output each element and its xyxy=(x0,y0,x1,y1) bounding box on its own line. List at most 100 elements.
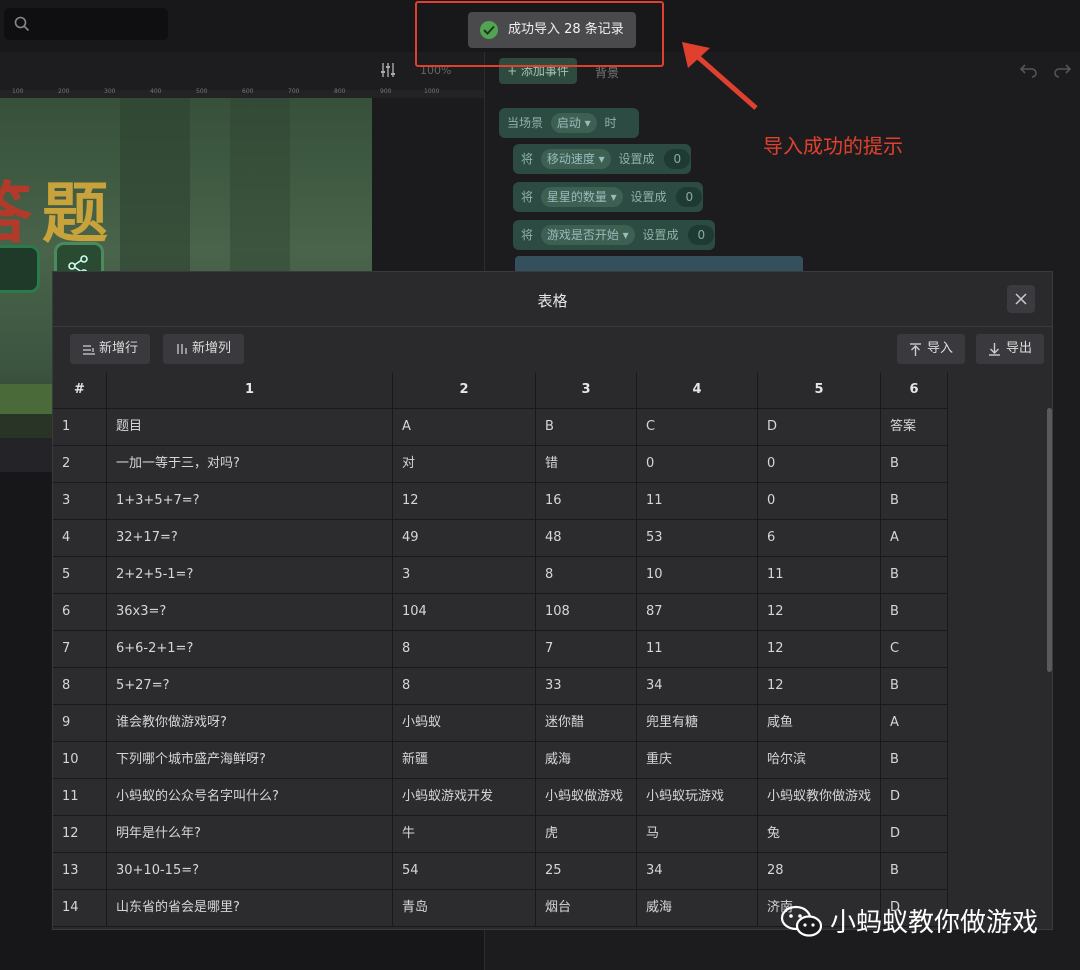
table-cell[interactable]: 题目 xyxy=(107,409,393,446)
table-cell[interactable]: 马 xyxy=(637,816,758,853)
table-cell[interactable]: B xyxy=(881,446,948,483)
table-cell[interactable]: B xyxy=(881,557,948,594)
column-header[interactable]: 3 xyxy=(536,372,637,409)
table-cell[interactable]: B xyxy=(881,668,948,705)
table-cell[interactable]: 明年是什么年? xyxy=(107,816,393,853)
table-cell[interactable]: 谁会教你做游戏呀? xyxy=(107,705,393,742)
table-cell[interactable]: 下列哪个城市盛产海鲜呀? xyxy=(107,742,393,779)
table-cell[interactable]: 8 xyxy=(393,631,536,668)
table-cell[interactable]: 11 xyxy=(758,557,881,594)
column-header[interactable]: 6 xyxy=(881,372,948,409)
value-input[interactable]: 0 xyxy=(688,225,715,245)
scene-event-dropdown[interactable]: 启动 ▾ xyxy=(550,113,597,133)
table-cell[interactable]: B xyxy=(536,409,637,446)
column-header[interactable]: 1 xyxy=(107,372,393,409)
table-cell[interactable]: 牛 xyxy=(393,816,536,853)
table-cell[interactable]: 威海 xyxy=(536,742,637,779)
value-input[interactable]: 0 xyxy=(664,149,691,169)
table-cell[interactable]: 12 xyxy=(758,668,881,705)
table-cell[interactable]: 0 xyxy=(637,446,758,483)
add-row-button[interactable]: 新增行 xyxy=(70,334,150,364)
table-cell[interactable]: 兔 xyxy=(758,816,881,853)
table-cell[interactable]: 小蚂蚁 xyxy=(393,705,536,742)
search-box[interactable] xyxy=(4,8,168,40)
table-cell[interactable]: 迷你醋 xyxy=(536,705,637,742)
table-cell[interactable]: 34 xyxy=(637,668,758,705)
table-cell[interactable]: 小蚂蚁游戏开发 xyxy=(393,779,536,816)
table-cell[interactable]: 53 xyxy=(637,520,758,557)
table-cell[interactable]: A xyxy=(881,705,948,742)
import-button[interactable]: 导入 xyxy=(897,334,965,364)
table-cell[interactable]: 对 xyxy=(393,446,536,483)
table-cell[interactable]: 0 xyxy=(758,446,881,483)
table-cell[interactable]: 小蚂蚁教你做游戏 xyxy=(758,779,881,816)
table-cell[interactable]: 12 xyxy=(393,483,536,520)
event-block-set-var[interactable]: 将 移动速度 ▾ 设置成 0 xyxy=(513,144,691,174)
table-cell[interactable]: 104 xyxy=(393,594,536,631)
redo-icon[interactable] xyxy=(1053,62,1071,78)
table-cell[interactable]: C xyxy=(881,631,948,668)
table-cell[interactable]: 12 xyxy=(758,594,881,631)
table-cell[interactable]: 6+6-2+1=? xyxy=(107,631,393,668)
table-cell[interactable]: D xyxy=(881,779,948,816)
table-cell[interactable]: 兜里有糖 xyxy=(637,705,758,742)
variable-dropdown[interactable]: 星星的数量 ▾ xyxy=(540,187,623,207)
table-cell[interactable]: 5+27=? xyxy=(107,668,393,705)
table-cell[interactable]: 108 xyxy=(536,594,637,631)
table-cell[interactable]: 小蚂蚁做游戏 xyxy=(536,779,637,816)
table-cell[interactable]: 30+10-15=? xyxy=(107,853,393,890)
table-cell[interactable]: 0 xyxy=(758,483,881,520)
table-cell[interactable]: 2+2+5-1=? xyxy=(107,557,393,594)
table-cell[interactable]: 小蚂蚁玩游戏 xyxy=(637,779,758,816)
table-cell[interactable]: B xyxy=(881,483,948,520)
table-cell[interactable]: B xyxy=(881,853,948,890)
settings-sliders-icon[interactable] xyxy=(380,62,396,78)
table-cell[interactable]: 7 xyxy=(536,631,637,668)
table-cell[interactable]: 11 xyxy=(637,483,758,520)
table-cell[interactable]: A xyxy=(393,409,536,446)
table-cell[interactable]: 1+3+5+7=? xyxy=(107,483,393,520)
table-cell[interactable]: 一加一等于三，对吗? xyxy=(107,446,393,483)
table-cell[interactable]: 小蚂蚁的公众号名字叫什么? xyxy=(107,779,393,816)
column-header[interactable]: 4 xyxy=(637,372,758,409)
table-cell[interactable]: 咸鱼 xyxy=(758,705,881,742)
table-cell[interactable]: 错 xyxy=(536,446,637,483)
table-cell[interactable]: 11 xyxy=(637,631,758,668)
table-cell[interactable]: 8 xyxy=(393,668,536,705)
table-cell[interactable]: D xyxy=(758,409,881,446)
table-cell[interactable]: D xyxy=(881,816,948,853)
table-scrollbar[interactable] xyxy=(1047,408,1052,672)
table-cell[interactable]: 49 xyxy=(393,520,536,557)
table-cell[interactable]: 16 xyxy=(536,483,637,520)
table-cell[interactable]: 答案 xyxy=(881,409,948,446)
column-header[interactable]: 5 xyxy=(758,372,881,409)
table-cell[interactable]: 87 xyxy=(637,594,758,631)
variable-dropdown[interactable]: 游戏是否开始 ▾ xyxy=(540,225,635,245)
table-cell[interactable]: 新疆 xyxy=(393,742,536,779)
table-cell[interactable]: C xyxy=(637,409,758,446)
table-cell[interactable]: B xyxy=(881,594,948,631)
table-cell[interactable]: 34 xyxy=(637,853,758,890)
column-header[interactable]: # xyxy=(53,372,107,409)
table-cell[interactable]: 32+17=? xyxy=(107,520,393,557)
export-button[interactable]: 导出 xyxy=(976,334,1044,364)
table-cell[interactable]: 12 xyxy=(758,631,881,668)
table-cell[interactable]: 36x3=? xyxy=(107,594,393,631)
table-cell[interactable]: 8 xyxy=(536,557,637,594)
event-block-set-var[interactable]: 将 星星的数量 ▾ 设置成 0 xyxy=(513,182,703,212)
table-cell[interactable]: 哈尔滨 xyxy=(758,742,881,779)
table-cell[interactable]: 青岛 xyxy=(393,890,536,927)
undo-icon[interactable] xyxy=(1020,62,1038,78)
variable-dropdown[interactable]: 移动速度 ▾ xyxy=(540,149,611,169)
table-cell[interactable]: 6 xyxy=(758,520,881,557)
table-cell[interactable]: 48 xyxy=(536,520,637,557)
event-block-when[interactable]: 当场景 启动 ▾ 时 xyxy=(499,108,639,138)
table-cell[interactable]: 25 xyxy=(536,853,637,890)
column-header[interactable]: 2 xyxy=(393,372,536,409)
value-input[interactable]: 0 xyxy=(676,187,703,207)
event-block-set-var[interactable]: 将 游戏是否开始 ▾ 设置成 0 xyxy=(513,220,715,250)
table-cell[interactable]: 3 xyxy=(393,557,536,594)
close-button[interactable] xyxy=(1007,285,1035,313)
table-cell[interactable]: A xyxy=(881,520,948,557)
table-cell[interactable]: 54 xyxy=(393,853,536,890)
